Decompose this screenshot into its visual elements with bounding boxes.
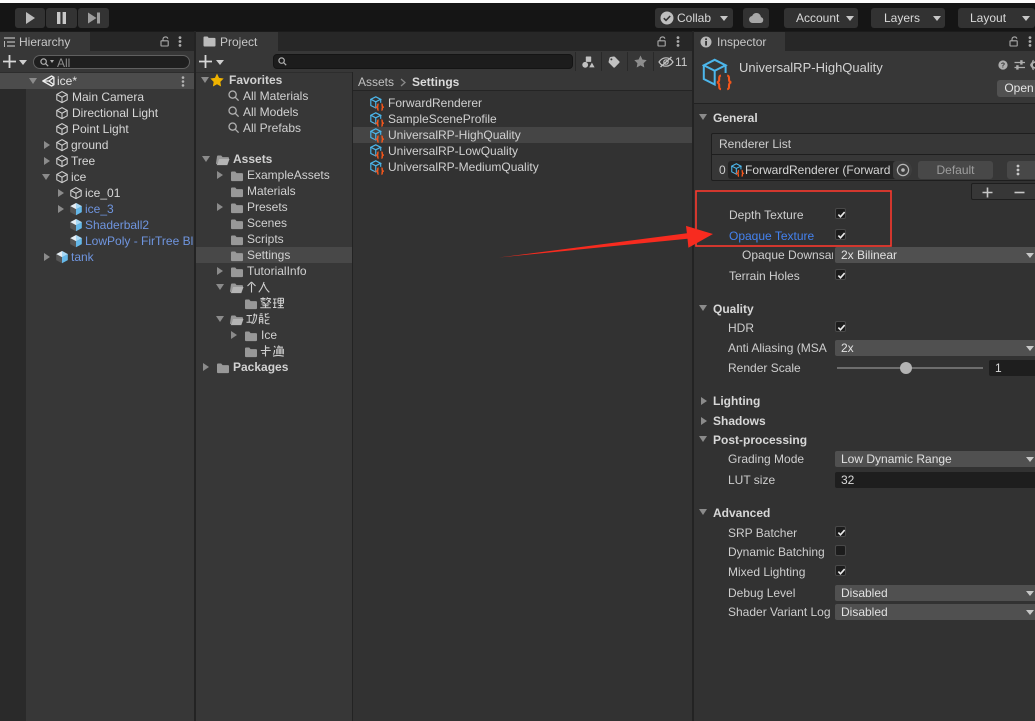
svg-text:?: ? — [1001, 63, 1005, 70]
